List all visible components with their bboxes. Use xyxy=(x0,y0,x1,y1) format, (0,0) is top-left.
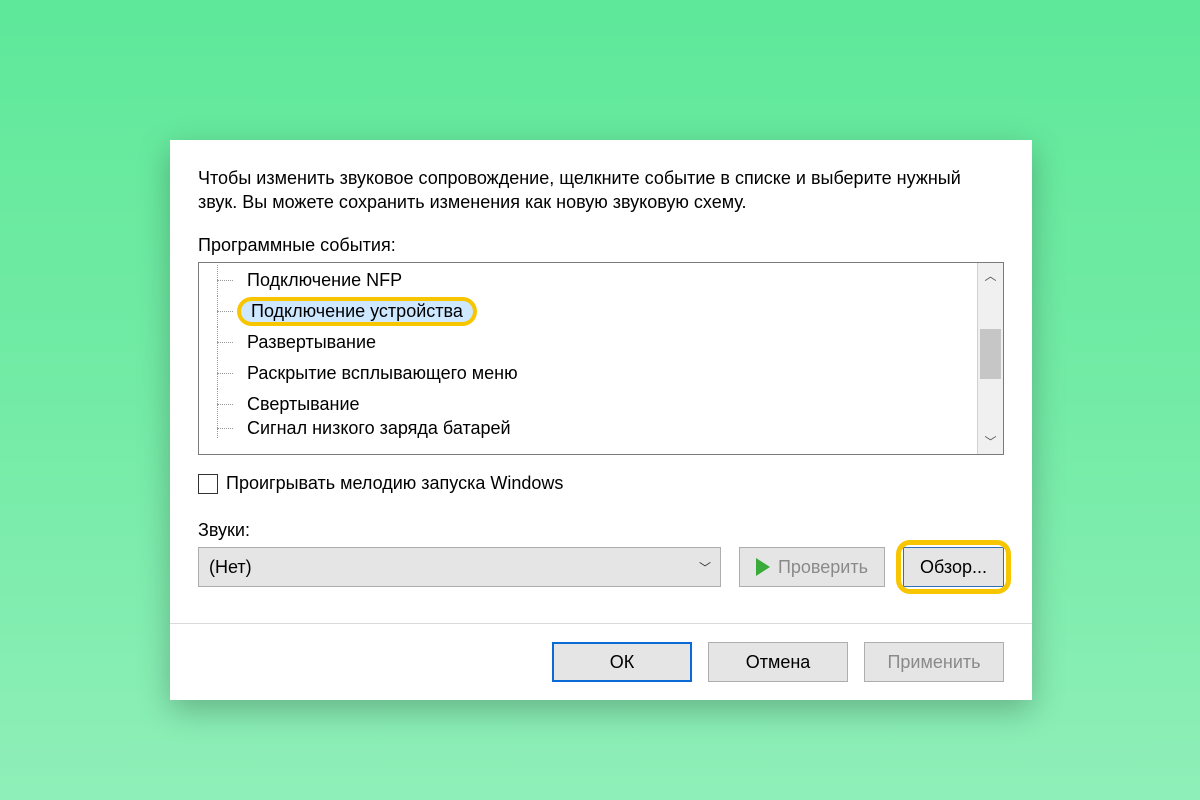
tree-connector-icon xyxy=(199,265,239,296)
sounds-label: Звуки: xyxy=(198,520,1004,541)
scroll-down-button[interactable]: ﹀ xyxy=(978,428,1003,454)
chevron-down-icon: ﹀ xyxy=(984,433,996,450)
event-label: Развертывание xyxy=(239,330,384,355)
tree-connector-icon xyxy=(199,389,239,420)
sound-settings-dialog: Чтобы изменить звуковое сопровождение, щ… xyxy=(170,140,1032,700)
ok-button[interactable]: ОК xyxy=(552,642,692,682)
combo-value: (Нет) xyxy=(209,557,252,578)
cancel-button[interactable]: Отмена xyxy=(708,642,848,682)
tree-connector-icon xyxy=(199,358,239,389)
chevron-down-icon: ﹀ xyxy=(690,548,720,586)
test-sound-button[interactable]: Проверить xyxy=(739,547,885,587)
tree-connector-icon xyxy=(199,420,239,438)
startup-sound-checkbox-row[interactable]: Проигрывать мелодию запуска Windows xyxy=(198,473,1004,494)
apply-button[interactable]: Применить xyxy=(864,642,1004,682)
instruction-text: Чтобы изменить звуковое сопровождение, щ… xyxy=(198,166,1004,215)
scroll-thumb[interactable] xyxy=(980,329,1001,379)
ok-label: ОК xyxy=(610,652,635,673)
program-events-listbox[interactable]: Подключение NFP Подключение устройства Р… xyxy=(198,262,1004,455)
event-label: Сигнал низкого заряда батарей xyxy=(239,420,519,438)
sound-select-combobox[interactable]: (Нет) ﹀ xyxy=(198,547,721,587)
list-item[interactable]: Подключение устройства xyxy=(199,296,977,327)
play-icon xyxy=(756,558,770,576)
scroll-up-button[interactable]: ︿ xyxy=(978,263,1003,289)
list-item[interactable]: Развертывание xyxy=(199,327,977,358)
list-item[interactable]: Свертывание xyxy=(199,389,977,420)
program-events-label: Программные события: xyxy=(198,235,1004,256)
scrollbar-vertical[interactable]: ︿ ﹀ xyxy=(977,263,1003,454)
event-label: Раскрытие всплывающего меню xyxy=(239,361,526,386)
event-label: Свертывание xyxy=(239,392,368,417)
list-item[interactable]: Подключение NFP xyxy=(199,265,977,296)
chevron-up-icon: ︿ xyxy=(984,267,996,284)
apply-label: Применить xyxy=(887,652,980,673)
checkbox-icon[interactable] xyxy=(198,474,218,494)
events-tree[interactable]: Подключение NFP Подключение устройства Р… xyxy=(199,263,977,454)
event-label-selected: Подключение устройства xyxy=(237,297,477,326)
tree-connector-icon xyxy=(199,296,239,327)
cancel-label: Отмена xyxy=(746,652,811,673)
event-label: Подключение NFP xyxy=(239,268,410,293)
tree-connector-icon xyxy=(199,327,239,358)
dialog-footer: ОК Отмена Применить xyxy=(170,623,1032,700)
scroll-track[interactable] xyxy=(978,289,1003,428)
test-button-label: Проверить xyxy=(778,557,868,578)
browse-button-label: Обзор... xyxy=(920,557,987,578)
list-item[interactable]: Сигнал низкого заряда батарей xyxy=(199,420,977,438)
checkbox-label: Проигрывать мелодию запуска Windows xyxy=(226,473,563,494)
browse-button[interactable]: Обзор... xyxy=(903,547,1004,587)
list-item[interactable]: Раскрытие всплывающего меню xyxy=(199,358,977,389)
